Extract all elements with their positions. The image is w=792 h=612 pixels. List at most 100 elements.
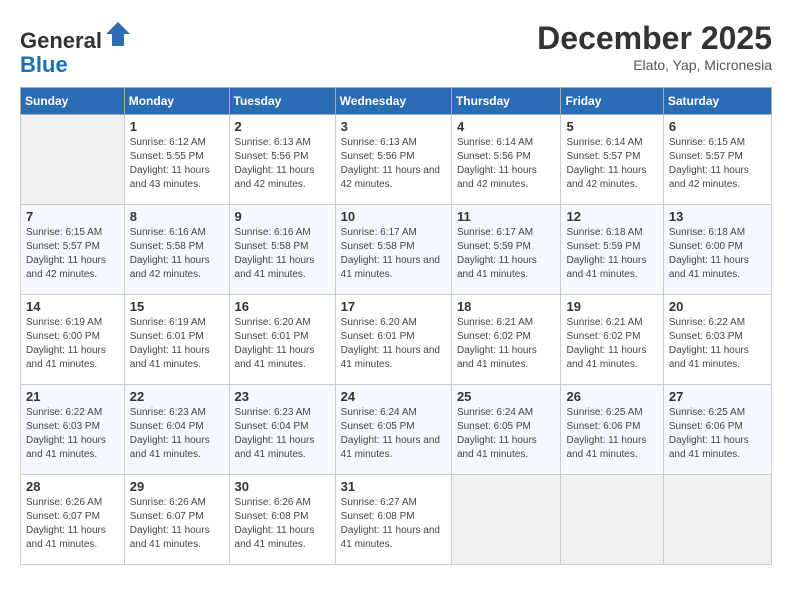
day-info: Sunrise: 6:20 AMSunset: 6:01 PMDaylight:… [341,316,446,372]
day-info: Sunrise: 6:20 AMSunset: 6:01 PMDaylight:… [235,316,330,372]
calendar-cell: 18Sunrise: 6:21 AMSunset: 6:02 PMDayligh… [451,295,561,385]
calendar-week-3: 14 Sunrise: 6:19 AMSunset: 6:00 PMDayligh… [21,295,772,385]
day-info: Sunrise: 6:13 AMSunset: 5:56 PMDaylight:… [341,136,446,192]
calendar-cell: 23Sunrise: 6:23 AMSunset: 6:04 PMDayligh… [229,385,335,475]
calendar-cell: 10 Sunrise: 6:17 AMSunset: 5:58 PMDayligh… [335,205,451,295]
day-number: 8 [130,209,224,224]
calendar-cell: 29Sunrise: 6:26 AMSunset: 6:07 PMDayligh… [124,475,229,565]
day-info: Sunrise: 6:23 AMSunset: 6:04 PMDaylight:… [130,406,224,462]
day-number: 6 [669,119,766,134]
day-number: 26 [566,389,657,404]
calendar-cell: 16Sunrise: 6:20 AMSunset: 6:01 PMDayligh… [229,295,335,385]
day-number: 12 [566,209,657,224]
day-number: 11 [457,209,556,224]
calendar-cell [451,475,561,565]
logo-icon [104,20,132,48]
day-info: Sunrise: 6:13 AMSunset: 5:56 PMDaylight:… [235,136,330,192]
day-info: Sunrise: 6:26 AMSunset: 6:07 PMDaylight:… [130,496,224,552]
day-info: Sunrise: 6:21 AMSunset: 6:02 PMDaylight:… [566,316,657,372]
day-number: 3 [341,119,446,134]
calendar-cell: 1 Sunrise: 6:12 AMSunset: 5:55 PMDaylight… [124,115,229,205]
column-header-tuesday: Tuesday [229,88,335,115]
calendar-header-row: SundayMondayTuesdayWednesdayThursdayFrid… [21,88,772,115]
day-info: Sunrise: 6:18 AMSunset: 6:00 PMDaylight:… [669,226,766,282]
day-number: 31 [341,479,446,494]
day-number: 25 [457,389,556,404]
day-info: Sunrise: 6:19 AMSunset: 6:00 PMDaylight:… [26,316,119,372]
day-number: 18 [457,299,556,314]
column-header-monday: Monday [124,88,229,115]
day-number: 10 [341,209,446,224]
day-info: Sunrise: 6:14 AMSunset: 5:56 PMDaylight:… [457,136,556,192]
day-info: Sunrise: 6:18 AMSunset: 5:59 PMDaylight:… [566,226,657,282]
day-info: Sunrise: 6:16 AMSunset: 5:58 PMDaylight:… [130,226,224,282]
day-number: 22 [130,389,224,404]
calendar-cell: 15 Sunrise: 6:19 AMSunset: 6:01 PMDayligh… [124,295,229,385]
day-number: 13 [669,209,766,224]
calendar-cell: 31 Sunrise: 6:27 AMSunset: 6:08 PMDayligh… [335,475,451,565]
logo-blue-text: Blue [20,52,68,77]
column-header-thursday: Thursday [451,88,561,115]
day-info: Sunrise: 6:14 AMSunset: 5:57 PMDaylight:… [566,136,657,192]
calendar-cell: 21Sunrise: 6:22 AMSunset: 6:03 PMDayligh… [21,385,125,475]
day-number: 19 [566,299,657,314]
day-info: Sunrise: 6:17 AMSunset: 5:58 PMDaylight:… [341,226,446,282]
calendar-cell: 24 Sunrise: 6:24 AMSunset: 6:05 PMDayligh… [335,385,451,475]
day-info: Sunrise: 6:23 AMSunset: 6:04 PMDaylight:… [235,406,330,462]
calendar-cell: 14 Sunrise: 6:19 AMSunset: 6:00 PMDayligh… [21,295,125,385]
day-info: Sunrise: 6:25 AMSunset: 6:06 PMDaylight:… [669,406,766,462]
day-info: Sunrise: 6:16 AMSunset: 5:58 PMDaylight:… [235,226,330,282]
day-info: Sunrise: 6:24 AMSunset: 6:05 PMDaylight:… [457,406,556,462]
calendar-week-2: 7Sunrise: 6:15 AMSunset: 5:57 PMDaylight… [21,205,772,295]
calendar-cell: 11 Sunrise: 6:17 AMSunset: 5:59 PMDayligh… [451,205,561,295]
calendar-cell: 2 Sunrise: 6:13 AMSunset: 5:56 PMDaylight… [229,115,335,205]
logo: General Blue [20,20,132,77]
calendar-cell: 8 Sunrise: 6:16 AMSunset: 5:58 PMDaylight… [124,205,229,295]
calendar-cell: 25 Sunrise: 6:24 AMSunset: 6:05 PMDayligh… [451,385,561,475]
calendar-cell: 30 Sunrise: 6:26 AMSunset: 6:08 PMDayligh… [229,475,335,565]
day-info: Sunrise: 6:19 AMSunset: 6:01 PMDaylight:… [130,316,224,372]
day-info: Sunrise: 6:26 AMSunset: 6:07 PMDaylight:… [26,496,119,552]
day-number: 27 [669,389,766,404]
calendar-cell: 17Sunrise: 6:20 AMSunset: 6:01 PMDayligh… [335,295,451,385]
column-header-saturday: Saturday [663,88,771,115]
calendar-cell: 13 Sunrise: 6:18 AMSunset: 6:00 PMDayligh… [663,205,771,295]
calendar-week-4: 21Sunrise: 6:22 AMSunset: 6:03 PMDayligh… [21,385,772,475]
calendar-cell: 28 Sunrise: 6:26 AMSunset: 6:07 PMDayligh… [21,475,125,565]
calendar-cell: 19 Sunrise: 6:21 AMSunset: 6:02 PMDayligh… [561,295,663,385]
calendar-week-1: 1 Sunrise: 6:12 AMSunset: 5:55 PMDaylight… [21,115,772,205]
day-info: Sunrise: 6:22 AMSunset: 6:03 PMDaylight:… [26,406,119,462]
calendar-cell: 20 Sunrise: 6:22 AMSunset: 6:03 PMDayligh… [663,295,771,385]
day-number: 20 [669,299,766,314]
column-header-sunday: Sunday [21,88,125,115]
calendar-cell: 3 Sunrise: 6:13 AMSunset: 5:56 PMDaylight… [335,115,451,205]
calendar-cell: 4 Sunrise: 6:14 AMSunset: 5:56 PMDaylight… [451,115,561,205]
month-title: December 2025 [537,20,772,57]
day-number: 5 [566,119,657,134]
calendar-cell [663,475,771,565]
day-number: 9 [235,209,330,224]
day-info: Sunrise: 6:26 AMSunset: 6:08 PMDaylight:… [235,496,330,552]
day-number: 24 [341,389,446,404]
day-info: Sunrise: 6:12 AMSunset: 5:55 PMDaylight:… [130,136,224,192]
calendar-table: SundayMondayTuesdayWednesdayThursdayFrid… [20,87,772,565]
calendar-cell: 22 Sunrise: 6:23 AMSunset: 6:04 PMDayligh… [124,385,229,475]
calendar-cell: 9 Sunrise: 6:16 AMSunset: 5:58 PMDaylight… [229,205,335,295]
day-info: Sunrise: 6:22 AMSunset: 6:03 PMDaylight:… [669,316,766,372]
day-number: 14 [26,299,119,314]
day-info: Sunrise: 6:17 AMSunset: 5:59 PMDaylight:… [457,226,556,282]
calendar-cell: 5 Sunrise: 6:14 AMSunset: 5:57 PMDaylight… [561,115,663,205]
logo-general-text: General [20,28,102,53]
day-number: 28 [26,479,119,494]
day-info: Sunrise: 6:27 AMSunset: 6:08 PMDaylight:… [341,496,446,552]
day-number: 30 [235,479,330,494]
day-number: 2 [235,119,330,134]
day-number: 1 [130,119,224,134]
calendar-cell: 7Sunrise: 6:15 AMSunset: 5:57 PMDaylight… [21,205,125,295]
calendar-cell [561,475,663,565]
day-number: 4 [457,119,556,134]
location: Elato, Yap, Micronesia [537,57,772,73]
day-info: Sunrise: 6:25 AMSunset: 6:06 PMDaylight:… [566,406,657,462]
day-info: Sunrise: 6:24 AMSunset: 6:05 PMDaylight:… [341,406,446,462]
day-number: 15 [130,299,224,314]
